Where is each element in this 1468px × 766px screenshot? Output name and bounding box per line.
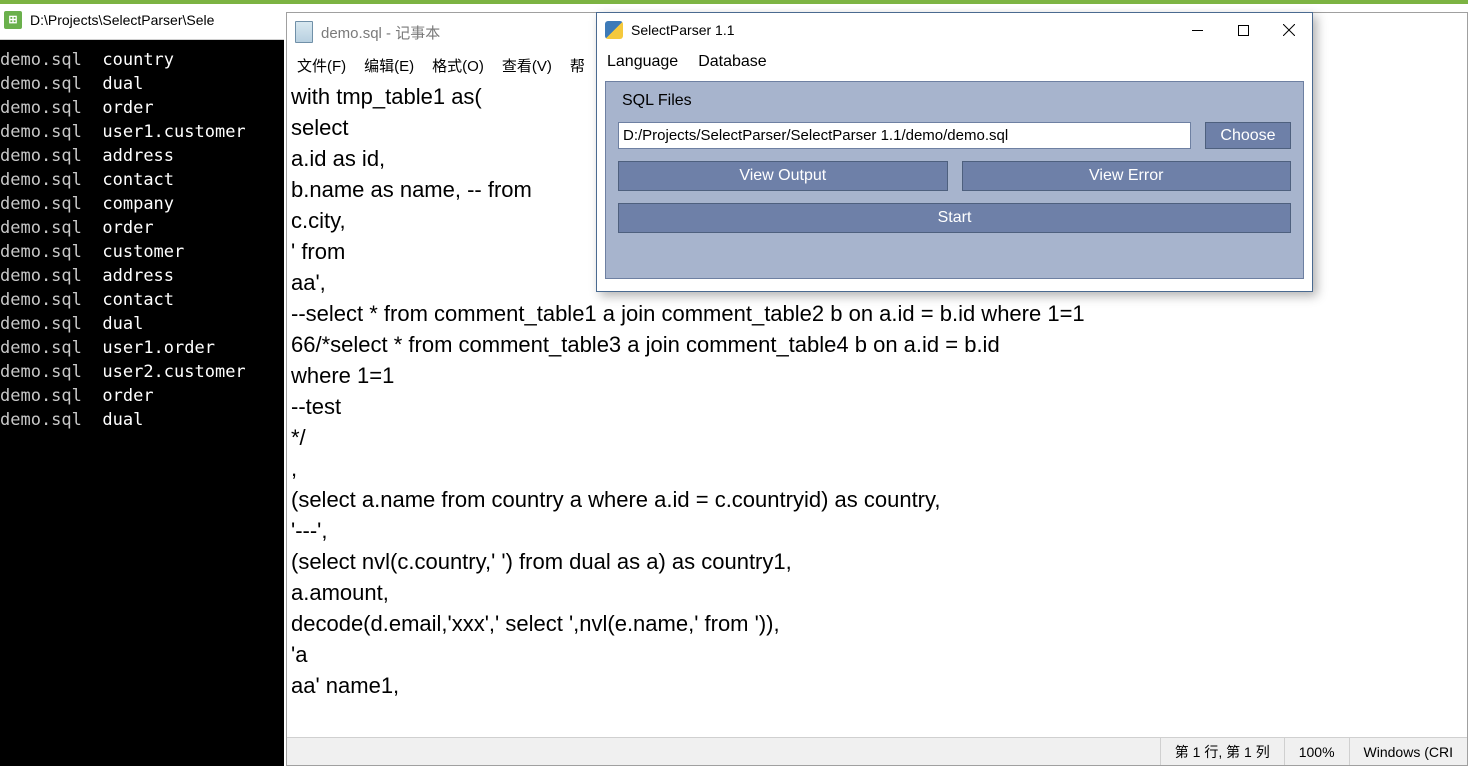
console-body[interactable]: demo.sql countrydemo.sql dualdemo.sql or… — [0, 40, 284, 766]
sql-path-input[interactable] — [618, 122, 1191, 149]
console-line: demo.sql contact — [0, 288, 284, 312]
console-line: demo.sql country — [0, 48, 284, 72]
console-line: demo.sql address — [0, 144, 284, 168]
console-window: ⊞ D:\Projects\SelectParser\Sele demo.sql… — [0, 0, 284, 766]
status-zoom: 100% — [1284, 738, 1349, 765]
notepad-icon — [295, 21, 313, 43]
minimize-button[interactable] — [1174, 15, 1220, 45]
python-icon — [605, 21, 623, 39]
console-line: demo.sql contact — [0, 168, 284, 192]
console-line: demo.sql order — [0, 384, 284, 408]
console-line: demo.sql user1.customer — [0, 120, 284, 144]
console-line: demo.sql address — [0, 264, 284, 288]
view-error-button[interactable]: View Error — [962, 161, 1292, 191]
parser-titlebar[interactable]: SelectParser 1.1 — [597, 13, 1312, 47]
console-line: demo.sql order — [0, 216, 284, 240]
console-titlebar[interactable]: ⊞ D:\Projects\SelectParser\Sele — [0, 0, 284, 40]
console-line: demo.sql user2.customer — [0, 360, 284, 384]
notepad-title-text: demo.sql - 记事本 — [321, 22, 440, 43]
parser-title-text: SelectParser 1.1 — [631, 22, 735, 38]
console-line: demo.sql customer — [0, 240, 284, 264]
parser-window: SelectParser 1.1 Language Database SQL F… — [596, 12, 1313, 292]
console-line: demo.sql company — [0, 192, 284, 216]
menu-language[interactable]: Language — [607, 53, 678, 71]
top-border — [0, 0, 1468, 4]
menu-format[interactable]: 格式(O) — [428, 53, 488, 78]
console-line: demo.sql dual — [0, 408, 284, 432]
status-encoding: Windows (CRI — [1349, 738, 1467, 765]
notepad-statusbar: 第 1 行, 第 1 列 100% Windows (CRI — [287, 737, 1467, 765]
parser-body: SQL Files Choose View Output View Error … — [605, 81, 1304, 279]
status-position: 第 1 行, 第 1 列 — [1160, 738, 1284, 765]
start-button[interactable]: Start — [618, 203, 1291, 233]
close-button[interactable] — [1266, 15, 1312, 45]
console-line: demo.sql dual — [0, 72, 284, 96]
menu-view[interactable]: 查看(V) — [498, 53, 556, 78]
console-line: demo.sql dual — [0, 312, 284, 336]
parser-menubar: Language Database — [597, 47, 1312, 77]
console-title-text: D:\Projects\SelectParser\Sele — [30, 12, 214, 28]
menu-file[interactable]: 文件(F) — [293, 53, 350, 78]
console-icon: ⊞ — [4, 11, 22, 29]
choose-button[interactable]: Choose — [1205, 122, 1291, 149]
menu-edit[interactable]: 编辑(E) — [360, 53, 418, 78]
console-line: demo.sql order — [0, 96, 284, 120]
sql-files-label: SQL Files — [618, 92, 1291, 110]
menu-help[interactable]: 帮 — [566, 53, 589, 78]
console-line: demo.sql user1.order — [0, 336, 284, 360]
menu-database[interactable]: Database — [698, 53, 767, 71]
view-output-button[interactable]: View Output — [618, 161, 948, 191]
maximize-button[interactable] — [1220, 15, 1266, 45]
